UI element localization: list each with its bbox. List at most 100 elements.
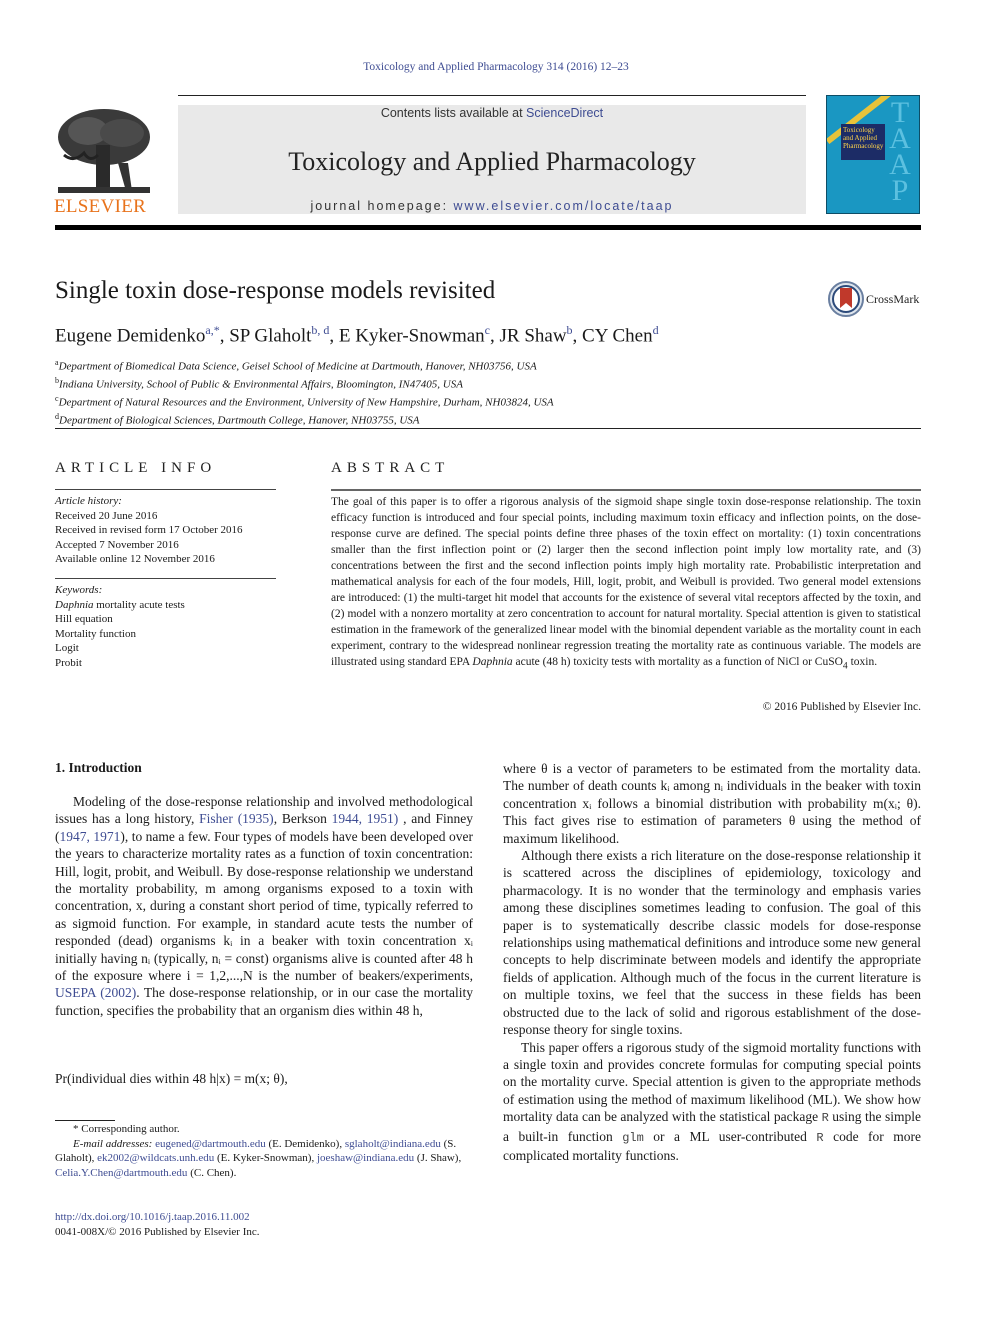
abstract-text-part: toxin. (847, 656, 878, 668)
body-paragraph: where θ is a vector of parameters to be … (503, 761, 921, 846)
elsevier-wordmark[interactable]: ELSEVIER (54, 196, 146, 218)
email-owner: (E. Kyker-Snowman), (214, 1152, 317, 1164)
email-owner: (J. Shaw), (414, 1152, 462, 1164)
header-top-rule (178, 95, 806, 96)
keyword-item: Logit (55, 642, 79, 654)
affiliation-text: Department of Biomedical Data Science, G… (58, 360, 537, 373)
article-info-divider (55, 489, 276, 490)
email-owner: (E. Demidenko), (265, 1137, 345, 1150)
citation-link[interactable]: USEPA (2002) (55, 985, 136, 1000)
history-item: Available online 12 November 2016 (55, 553, 215, 565)
body-left-column: Modeling of the dose-response relationsh… (55, 793, 473, 1019)
author-affiliation-marker[interactable]: b (567, 323, 573, 337)
keyword-item: Daphnia mortality acute tests (55, 598, 185, 613)
history-label: Article history: (55, 495, 122, 507)
homepage-prefix: journal homepage: (310, 199, 454, 213)
journal-reference[interactable]: Toxicology and Applied Pharmacology 314 … (0, 61, 992, 73)
author-affiliation-marker[interactable]: a,* (205, 323, 219, 337)
section-heading-introduction: 1. Introduction (55, 760, 142, 775)
author-affiliation-marker[interactable]: d (653, 323, 659, 337)
doi-link[interactable]: http://dx.doi.org/10.1016/j.taap.2016.11… (55, 1210, 260, 1225)
keyword-item: Hill equation (55, 613, 113, 625)
history-item: Accepted 7 November 2016 (55, 538, 179, 551)
citation-link[interactable]: 1947, 1971 (60, 829, 121, 844)
header-thick-rule (55, 225, 921, 230)
email-owner: (C. Chen). (187, 1166, 237, 1179)
abstract-text-part: The goal of this paper is to offer a rig… (331, 496, 921, 668)
email-link[interactable]: ek2002@wildcats.unh.edu (97, 1152, 214, 1164)
abstract-heading: ABSTRACT (331, 460, 450, 476)
body-paragraph: Modeling of the dose-response relationsh… (55, 793, 473, 1019)
contents-line: Contents lists available at ScienceDirec… (178, 106, 806, 120)
article-title: Single toxin dose-response models revisi… (55, 277, 496, 304)
author-list: Eugene Demidenkoa,*, SP Glaholtb, d, E K… (55, 323, 659, 347)
crossmark-label[interactable]: CrossMark (866, 292, 919, 307)
affiliation-text: Department of Natural Resources and the … (58, 396, 554, 409)
inline-code: R (821, 1111, 829, 1126)
citation-link[interactable]: Fisher (1935) (199, 811, 274, 826)
history-item: Received 20 June 2016 (55, 509, 158, 522)
affiliation-item: aDepartment of Biomedical Data Science, … (55, 356, 554, 374)
keywords: Keywords: Daphnia mortality acute tests … (55, 583, 185, 670)
author-name[interactable]: SP Glaholt (229, 325, 311, 346)
affiliation-divider (55, 428, 921, 429)
contents-prefix: Contents lists available at (380, 106, 527, 120)
footnote-rule (55, 1120, 115, 1121)
abstract-divider (331, 489, 921, 491)
affiliations: aDepartment of Biomedical Data Science, … (55, 356, 554, 429)
article-history: Article history: Received 20 June 2016 R… (55, 494, 243, 567)
author-name[interactable]: CY Chen (582, 325, 653, 346)
body-text: , Berkson (273, 811, 332, 827)
keywords-label: Keywords: (55, 584, 103, 596)
keyword-italic: Daphnia (55, 598, 94, 611)
author-name[interactable]: Eugene Demidenko (55, 325, 205, 346)
equation: Pr(individual dies within 48 h|x) = m(x;… (55, 1071, 288, 1086)
abstract-text-part: acute (48 h) toxicity tests with mortali… (512, 656, 843, 668)
email-link[interactable]: joeshaw@indiana.edu (317, 1152, 414, 1164)
inline-code: glm (622, 1130, 644, 1145)
history-item: Received in revised form 17 October 2016 (55, 524, 243, 536)
crossmark-icon[interactable] (828, 281, 864, 317)
homepage-link[interactable]: www.elsevier.com/locate/taap (454, 199, 674, 213)
journal-title: Toxicology and Applied Pharmacology (288, 147, 696, 176)
keyword-rest: mortality acute tests (93, 598, 185, 611)
body-paragraph: This paper offers a rigorous study of th… (503, 1039, 921, 1165)
affiliation-item: bIndiana University, School of Public & … (55, 374, 554, 392)
footnote: * Corresponding author. E-mail addresses… (55, 1122, 473, 1180)
affiliation-text: Department of Biological Sciences, Dartm… (59, 415, 420, 428)
sciencedirect-link[interactable]: ScienceDirect (526, 106, 603, 120)
abstract-text: The goal of this paper is to offer a rig… (331, 494, 921, 674)
journal-header-box: Contents lists available at ScienceDirec… (178, 105, 806, 214)
body-text: ), to name a few. Four types of models h… (55, 828, 474, 984)
author-name[interactable]: E Kyker-Snowman (339, 325, 485, 346)
affiliation-item: dDepartment of Biological Sciences, Dart… (55, 410, 554, 428)
email-addresses: E-mail addresses: eugened@dartmouth.edu … (55, 1137, 473, 1181)
keyword-item: Probit (55, 656, 82, 669)
abstract-text-italic: Daphnia (472, 656, 513, 668)
email-link[interactable]: sglaholt@indiana.edu (345, 1138, 441, 1150)
body-right-column: where θ is a vector of parameters to be … (503, 760, 921, 1164)
body-text: or a ML user-contributed (643, 1128, 817, 1144)
author-affiliation-marker[interactable]: c (485, 323, 490, 337)
email-link[interactable]: Celia.Y.Chen@dartmouth.edu (55, 1167, 187, 1179)
doi-block: http://dx.doi.org/10.1016/j.taap.2016.11… (55, 1210, 260, 1239)
affiliation-item: cDepartment of Natural Resources and the… (55, 392, 554, 410)
article-info-heading: ARTICLE INFO (55, 460, 217, 476)
homepage-line: journal homepage: www.elsevier.com/locat… (178, 199, 806, 213)
affiliation-text: Indiana University, School of Public & E… (59, 378, 463, 391)
email-label: E-mail addresses: (73, 1137, 156, 1150)
author-name[interactable]: JR Shaw (500, 325, 567, 346)
inline-code: R (816, 1130, 824, 1145)
email-link[interactable]: eugened@dartmouth.edu (155, 1138, 266, 1150)
author-affiliation-marker[interactable]: b, d (311, 323, 329, 337)
citation-link[interactable]: 1944, 1951) (332, 811, 399, 826)
issn-line: 0041-008X/© 2016 Published by Elsevier I… (55, 1225, 260, 1238)
cover-title: Toxicology and Applied Pharmacology (841, 124, 885, 160)
body-paragraph: Although there exists a rich literature … (503, 848, 921, 1038)
journal-cover-thumbnail[interactable]: Toxicology and Applied Pharmacology TAAP (826, 95, 920, 214)
keyword-item: Mortality function (55, 627, 136, 640)
cover-letters: TAAP (889, 96, 911, 207)
corresponding-author-note: * Corresponding author. (73, 1123, 180, 1135)
abstract-copyright: © 2016 Published by Elsevier Inc. (762, 701, 921, 713)
keywords-divider (55, 578, 276, 579)
